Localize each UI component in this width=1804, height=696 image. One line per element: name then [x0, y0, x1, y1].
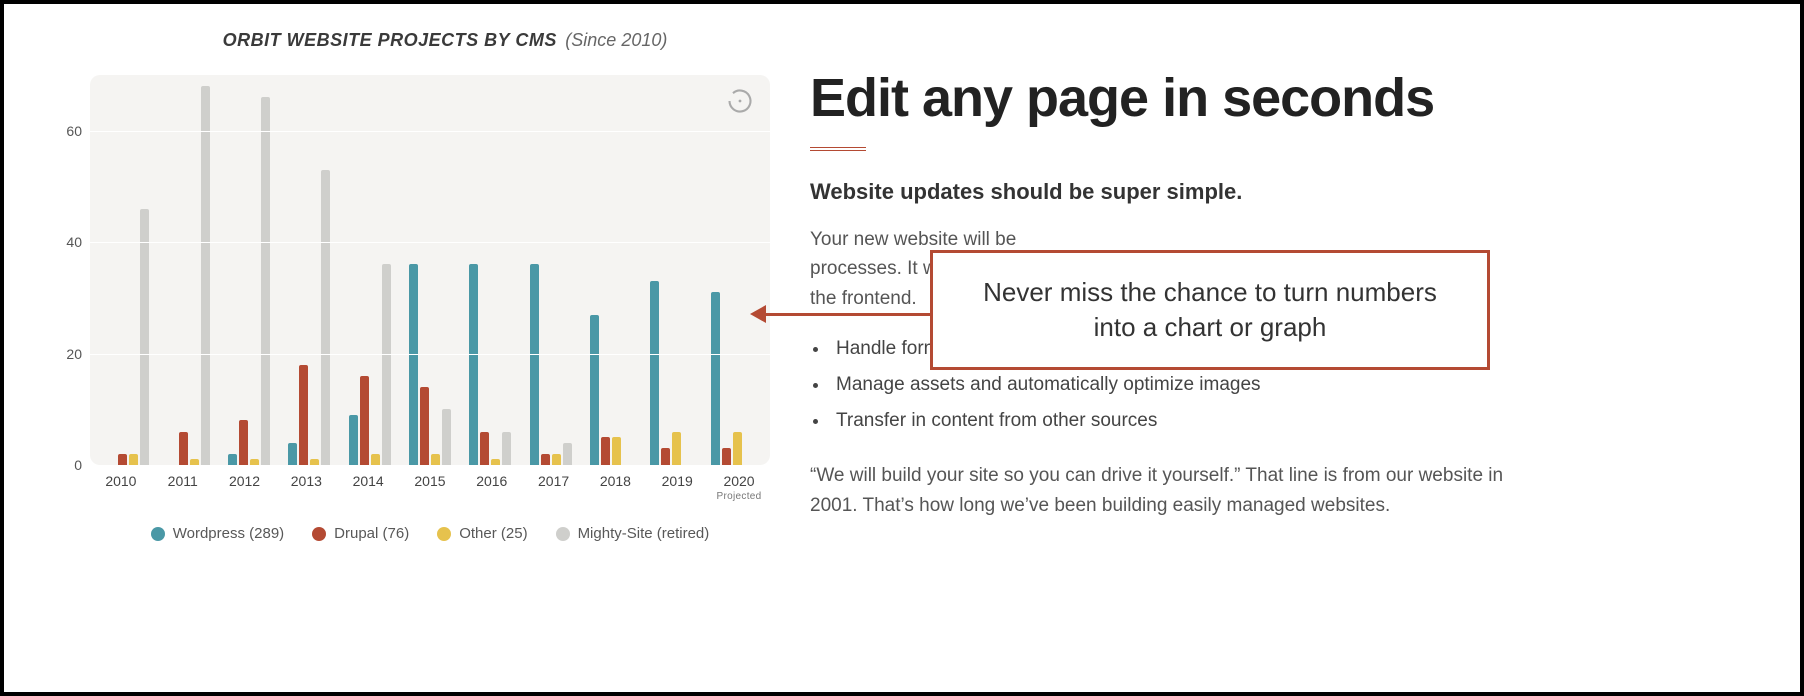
chart-x-tick: 2014	[337, 473, 399, 489]
legend-label: Other (25)	[459, 525, 527, 542]
legend-item[interactable]: Mighty-Site (retired)	[556, 525, 710, 542]
chart-bar	[661, 448, 670, 465]
bullet-item: Manage assets and automatically optimize…	[830, 367, 1530, 403]
content-subhead: Website updates should be super simple.	[810, 179, 1530, 205]
chart-y-tick: 20	[66, 346, 82, 362]
legend-swatch	[437, 527, 451, 541]
chart-bar	[502, 432, 511, 465]
chart-bar	[129, 454, 138, 465]
chart-bar	[201, 86, 210, 465]
chart-year-group	[219, 97, 279, 465]
chart-bar	[469, 264, 478, 465]
chart-bar	[382, 264, 391, 465]
para-line-3: the frontend.	[810, 288, 917, 309]
chart-legend: Wordpress (289) Drupal (76) Other (25) Migh…	[90, 525, 770, 542]
chart-y-tick: 60	[66, 123, 82, 139]
chart-bar	[288, 443, 297, 465]
chart-bar	[722, 448, 731, 465]
chart-bar	[601, 437, 610, 465]
chart-bar	[552, 454, 561, 465]
chart-bar	[228, 454, 237, 465]
chart-y-tick: 0	[74, 457, 82, 473]
annotation-callout: Never miss the chance to turn numbers in…	[930, 250, 1490, 370]
chart-x-tick: 2011	[152, 473, 214, 489]
chart-x-tick: 2012	[214, 473, 276, 489]
chart-bar	[563, 443, 572, 465]
chart-year-group	[400, 264, 460, 465]
chart-x-tick: 2013	[275, 473, 337, 489]
chart-y-tick: 40	[66, 234, 82, 250]
callout-arrow	[750, 310, 940, 318]
chart-bar	[711, 292, 720, 465]
bullet-item: Transfer in content from other sources	[830, 403, 1530, 439]
chart-bar	[672, 432, 681, 465]
para-line-1: Your new website will be	[810, 229, 1016, 250]
arrow-line	[762, 313, 940, 316]
chart-bar	[140, 209, 149, 465]
legend-item[interactable]: Wordpress (289)	[151, 525, 284, 542]
legend-item[interactable]: Other (25)	[437, 525, 527, 542]
chart-bar	[541, 454, 550, 465]
legend-swatch	[312, 527, 326, 541]
chart-x-tick: 2020Projected	[708, 473, 770, 489]
chart-bar	[590, 315, 599, 465]
headline-rule	[810, 147, 866, 151]
chart-title-row: ORBIT WEBSITE PROJECTS BY CMS (Since 201…	[60, 30, 780, 51]
chart-bar	[431, 454, 440, 465]
legend-item[interactable]: Drupal (76)	[312, 525, 409, 542]
chart-bar	[179, 432, 188, 465]
chart-gridline	[90, 242, 770, 243]
chart-bar	[299, 365, 308, 465]
chart-year-group	[521, 264, 581, 465]
chart-x-tick: 2010	[90, 473, 152, 489]
chart-plot-area: 0204060	[90, 75, 770, 465]
chart-bar	[349, 415, 358, 465]
chart-bar	[650, 281, 659, 465]
chart-x-tick: 2017	[523, 473, 585, 489]
chart-year-group	[98, 209, 158, 465]
chart-bar	[612, 437, 621, 465]
chart-plot: 0204060 20102011201220132014201520162017…	[60, 75, 780, 542]
legend-swatch	[151, 527, 165, 541]
chart-year-group	[279, 170, 339, 465]
chart-gridline	[90, 354, 770, 355]
chart-projected-label: Projected	[708, 491, 770, 502]
chart-bar	[321, 170, 330, 465]
chart-bar	[530, 264, 539, 465]
chart-x-tick: 2019	[646, 473, 708, 489]
chart-x-axis: 2010201120122013201420152016201720182019…	[90, 473, 770, 489]
chart-bar	[118, 454, 127, 465]
legend-swatch	[556, 527, 570, 541]
page-headline: Edit any page in seconds	[810, 70, 1530, 127]
chart-subtitle: (Since 2010)	[565, 30, 667, 50]
chart-bars	[90, 75, 770, 465]
chart-panel: ORBIT WEBSITE PROJECTS BY CMS (Since 201…	[60, 30, 780, 542]
legend-label: Mighty-Site (retired)	[578, 525, 710, 542]
chart-year-group	[339, 264, 399, 465]
chart-gridline	[90, 465, 770, 466]
chart-bar	[733, 432, 742, 465]
chart-x-tick: 2018	[585, 473, 647, 489]
chart-x-tick: 2015	[399, 473, 461, 489]
chart-bar	[239, 420, 248, 465]
chart-title: ORBIT WEBSITE PROJECTS BY CMS	[223, 30, 557, 50]
chart-gridline	[90, 131, 770, 132]
content-quote: “We will build your site so you can driv…	[810, 461, 1530, 520]
chart-year-group	[581, 315, 641, 465]
chart-x-tick: 2016	[461, 473, 523, 489]
chart-bar	[371, 454, 380, 465]
chart-year-group	[460, 264, 520, 465]
legend-label: Wordpress (289)	[173, 525, 284, 542]
chart-bar	[480, 432, 489, 465]
chart-year-group	[641, 281, 701, 465]
chart-bar	[420, 387, 429, 465]
chart-bar	[261, 97, 270, 465]
chart-bar	[409, 264, 418, 465]
chart-year-group	[158, 86, 218, 465]
chart-bar	[360, 376, 369, 465]
chart-bar	[442, 409, 451, 465]
legend-label: Drupal (76)	[334, 525, 409, 542]
